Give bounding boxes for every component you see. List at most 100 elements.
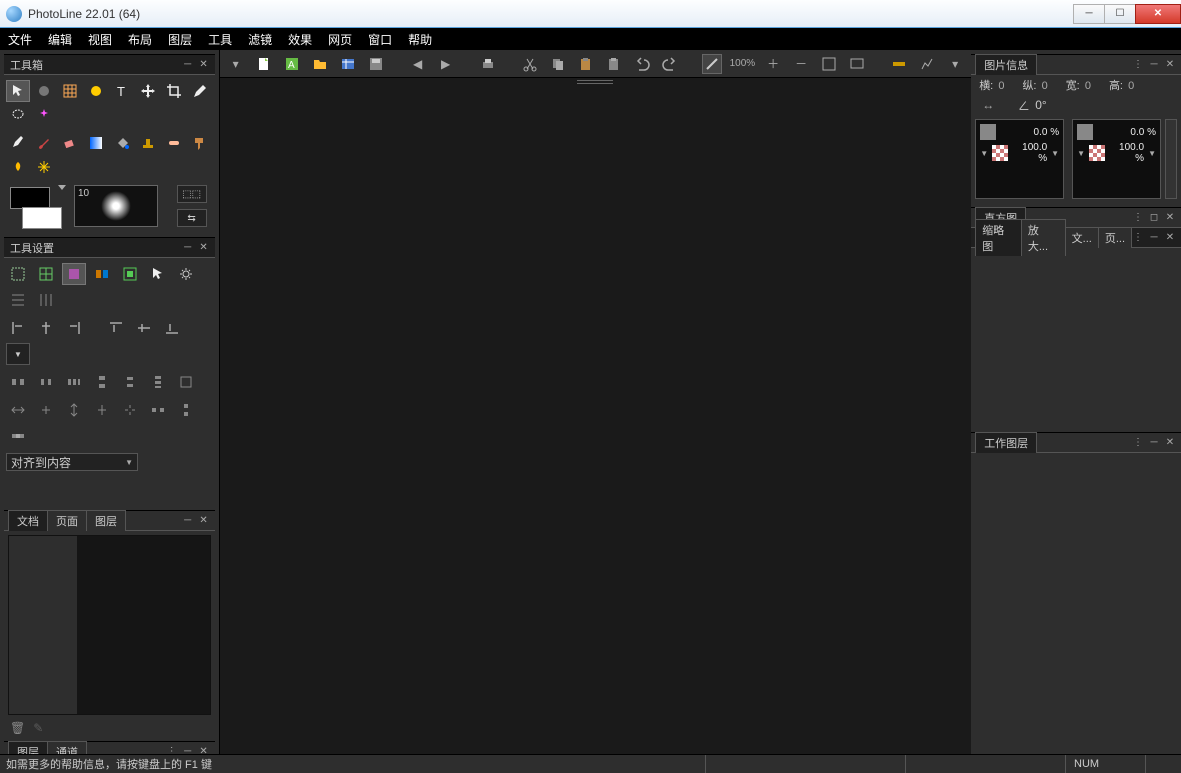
slot-b-caret2-icon[interactable]: ▼ (1148, 149, 1156, 158)
panel-close-icon[interactable]: ✕ (1163, 211, 1177, 225)
space-f-icon[interactable] (146, 399, 170, 421)
menu-filter[interactable]: 滤镜 (248, 31, 272, 48)
tab-channels[interactable]: 通道 (47, 741, 87, 754)
tab-image-info[interactable]: 图片信息 (975, 54, 1037, 75)
ts-sel-f-icon[interactable] (146, 263, 170, 285)
menu-effect[interactable]: 效果 (288, 31, 312, 48)
menu-tools[interactable]: 工具 (208, 31, 232, 48)
panel-close-icon[interactable]: ✕ (197, 514, 211, 528)
tb-open-icon[interactable] (310, 54, 330, 74)
tb-undo-icon[interactable] (632, 54, 652, 74)
tb-ruler-icon[interactable] (889, 54, 909, 74)
tb-zoomin-icon[interactable]: ＋ (763, 54, 783, 74)
canvas-handle-icon[interactable] (577, 80, 613, 84)
dropper-tool-icon[interactable] (6, 132, 30, 154)
tab-document[interactable]: 文档 (8, 510, 48, 531)
tb-next-icon[interactable]: ▶ (436, 54, 456, 74)
grid-tool-icon[interactable] (58, 80, 82, 102)
minimize-button[interactable]: ─ (1073, 4, 1105, 24)
align-bottom-icon[interactable] (160, 317, 184, 339)
dist-c-icon[interactable] (62, 371, 86, 393)
space-c-icon[interactable] (62, 399, 86, 421)
ts-grid-b-icon[interactable] (34, 289, 58, 311)
align-left-icon[interactable] (6, 317, 30, 339)
close-button[interactable]: ✕ (1135, 4, 1181, 24)
panel-close-icon[interactable]: ✕ (1163, 436, 1177, 450)
move-tool-icon[interactable] (136, 80, 160, 102)
dist-f-icon[interactable] (146, 371, 170, 393)
menu-edit[interactable]: 编辑 (48, 31, 72, 48)
tb-zoom-icon[interactable] (702, 54, 722, 74)
ts-grid-a-icon[interactable] (6, 289, 30, 311)
ts-gear-icon[interactable] (174, 263, 198, 285)
canvas-area[interactable] (220, 78, 972, 754)
tb-paste-icon[interactable] (576, 54, 596, 74)
tab-page[interactable]: 页... (1098, 227, 1132, 248)
space-d-icon[interactable] (90, 399, 114, 421)
info-slot-scrollbar[interactable] (1165, 119, 1177, 199)
menu-layer[interactable]: 图层 (168, 31, 192, 48)
panel-minimize-icon[interactable]: ─ (1147, 231, 1161, 245)
ellipse-tool-icon[interactable] (32, 80, 56, 102)
paint-tool-icon[interactable] (188, 132, 212, 154)
dist-g-icon[interactable] (174, 371, 198, 393)
menu-file[interactable]: 文件 (8, 31, 32, 48)
dist-a-icon[interactable] (6, 371, 30, 393)
tab-layer[interactable]: 图层 (86, 510, 126, 531)
tab-layers[interactable]: 图层 (8, 741, 48, 754)
dist-b-icon[interactable] (34, 371, 58, 393)
lasso-tool-icon[interactable] (6, 104, 30, 126)
ts-sel-a-icon[interactable] (6, 263, 30, 285)
circle-tool-icon[interactable] (84, 80, 108, 102)
tab-text[interactable]: 文... (1065, 227, 1099, 248)
space-g-icon[interactable] (174, 399, 198, 421)
panel-expand-icon[interactable]: ◻ (1147, 211, 1161, 225)
tb-levels-icon[interactable] (917, 54, 937, 74)
panel-close-icon[interactable]: ✕ (1163, 58, 1177, 72)
panel-close-icon[interactable]: ✕ (197, 745, 211, 755)
panel-minimize-icon[interactable]: ─ (1147, 58, 1161, 72)
tb-redo-icon[interactable] (660, 54, 680, 74)
stamp-tool-icon[interactable] (136, 132, 160, 154)
tb-zoomout-icon[interactable]: － (791, 54, 811, 74)
magic-tool-icon[interactable] (32, 104, 56, 126)
edit-icon[interactable]: ✎ (33, 721, 43, 735)
tb-more-icon[interactable]: ▾ (945, 54, 965, 74)
panel-minimize-icon[interactable]: ─ (181, 514, 195, 528)
ts-sel-e-icon[interactable] (118, 263, 142, 285)
space-h-icon[interactable] (6, 425, 30, 447)
tb-menu-caret-icon[interactable]: ▾ (226, 54, 246, 74)
bucket-tool-icon[interactable] (110, 132, 134, 154)
foreground-color-swatch[interactable] (10, 187, 50, 209)
dist-e-icon[interactable] (118, 371, 142, 393)
brush-preview[interactable]: 10 (74, 185, 158, 227)
eraser-tool-icon[interactable] (58, 132, 82, 154)
menu-layout[interactable]: 布局 (128, 31, 152, 48)
tb-prev-icon[interactable]: ◀ (408, 54, 428, 74)
align-right-icon[interactable] (62, 317, 86, 339)
panel-close-icon[interactable]: ✕ (1163, 231, 1177, 245)
crop-tool-icon[interactable] (162, 80, 186, 102)
pointer-tool-icon[interactable] (6, 80, 30, 102)
ts-sel-c-icon[interactable] (62, 263, 86, 285)
tb-print-icon[interactable] (478, 54, 498, 74)
pencil-tool-icon[interactable] (188, 80, 212, 102)
align-top-icon[interactable] (104, 317, 128, 339)
toggle-a-button[interactable]: ⬚⬚ (177, 185, 207, 203)
tb-text-icon[interactable]: A (282, 54, 302, 74)
text-tool-icon[interactable]: T (110, 80, 134, 102)
panel-menu-icon[interactable]: ⋮ (1131, 58, 1145, 72)
spark-tool-icon[interactable] (32, 156, 56, 178)
toggle-b-button[interactable]: ⇆ (177, 209, 207, 227)
align-to-dropdown[interactable]: 对齐到内容 ▼ (6, 453, 138, 471)
panel-close-icon[interactable]: ✕ (197, 58, 211, 72)
background-color-swatch[interactable] (22, 207, 62, 229)
tb-fit-icon[interactable] (819, 54, 839, 74)
maximize-button[interactable]: ☐ (1104, 4, 1136, 24)
tb-new-icon[interactable] (254, 54, 274, 74)
tab-page[interactable]: 页面 (47, 510, 87, 531)
brush-tool-icon[interactable] (32, 132, 56, 154)
menu-help[interactable]: 帮助 (408, 31, 432, 48)
tb-save-icon[interactable] (366, 54, 386, 74)
smudge-tool-icon[interactable] (6, 156, 30, 178)
